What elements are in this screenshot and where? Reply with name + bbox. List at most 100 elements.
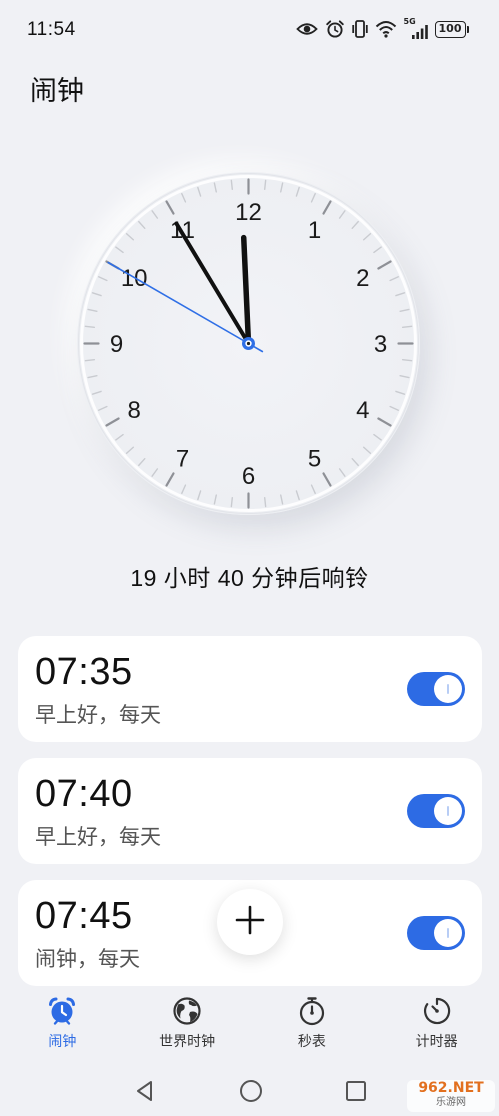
minute-tick (280, 494, 284, 505)
minute-tick (125, 446, 135, 454)
minute-tick (115, 246, 124, 254)
minute-tick (138, 457, 146, 467)
minute-tick (295, 490, 300, 501)
nav-label: 闹钟 (48, 1033, 77, 1049)
clock-numeral: 5 (308, 445, 321, 472)
clock-numeral: 2 (356, 265, 369, 292)
alarm-toggle[interactable] (407, 794, 465, 828)
alarm-toggle[interactable] (407, 916, 465, 950)
minute-tick (91, 390, 102, 395)
minute-tick (181, 192, 187, 203)
nav-item-world-clock[interactable]: 世界时钟 (125, 994, 250, 1056)
home-icon[interactable] (239, 1079, 263, 1103)
clock-numeral: 4 (356, 397, 369, 424)
add-alarm-button[interactable] (217, 889, 283, 955)
minute-tick (151, 210, 159, 219)
watermark: 962.NET 乐游网 (407, 1080, 495, 1112)
minute-tick (197, 490, 202, 501)
nav-item-timer[interactable]: 计时器 (374, 994, 499, 1056)
hour-tick (377, 417, 392, 427)
timer-icon (422, 996, 452, 1026)
minute-tick (87, 375, 98, 379)
eye-icon (295, 21, 318, 37)
alarm-toggle[interactable] (407, 672, 465, 706)
next-alarm-countdown: 19 小时 40 分钟后响铃 (130, 565, 369, 591)
alarm-icon (325, 19, 345, 39)
minute-tick (87, 308, 98, 312)
battery-cap (466, 25, 469, 33)
minute-tick (351, 457, 359, 467)
second-hand (107, 261, 264, 353)
alarm-clock-icon (47, 996, 77, 1026)
hour-tick (377, 260, 392, 270)
minute-tick (401, 325, 413, 328)
minute-tick (91, 292, 102, 297)
status-bar: 11:54 5G 100 (0, 0, 499, 58)
minute-tick (399, 375, 410, 379)
nav-item-alarm[interactable]: 闹钟 (0, 994, 125, 1056)
minute-tick (373, 246, 382, 254)
clock-numeral: 10 (121, 265, 148, 292)
watermark-text: 962.NET (418, 1080, 484, 1096)
minute-tick (115, 433, 124, 441)
signal-icon: 5G (404, 17, 428, 39)
clock-numeral: 8 (128, 397, 141, 424)
minute-tick (362, 233, 372, 241)
analog-clock: 121234567891011 (77, 172, 420, 515)
hour-tick (322, 472, 332, 487)
stopwatch-icon (297, 996, 327, 1026)
minute-tick (230, 496, 233, 508)
clock-face-svg: 121234567891011 (78, 173, 419, 514)
knob-mark (447, 684, 449, 694)
minute-hand (174, 221, 251, 346)
alarm-card[interactable]: 07:40 早上好，每天 (18, 758, 482, 864)
minute-tick (395, 292, 406, 297)
clock-numeral: 7 (176, 445, 189, 472)
clock-numeral: 1 (308, 217, 321, 244)
minute-tick (395, 390, 406, 395)
minute-tick (138, 220, 146, 230)
clock-numeral: 12 (235, 199, 262, 226)
toggle-knob (434, 797, 462, 825)
alarm-label: 早上好，每天 (35, 826, 161, 849)
alarm-time: 07:40 (35, 773, 133, 815)
minute-tick (295, 186, 300, 197)
minute-tick (84, 325, 96, 328)
wifi-icon (375, 20, 397, 38)
minute-tick (84, 359, 96, 362)
center-pin-dot (246, 341, 251, 346)
toggle-knob (434, 675, 462, 703)
plus-icon (235, 905, 265, 940)
alarm-label: 闹钟，每天 (35, 948, 140, 971)
nav-item-stopwatch[interactable]: 秒表 (250, 994, 375, 1056)
globe-clock-icon (172, 996, 202, 1026)
hour-tick (105, 417, 120, 427)
minute-tick (362, 446, 372, 454)
toggle-knob (434, 919, 462, 947)
minute-tick (389, 405, 400, 411)
hour-hand (240, 234, 252, 347)
bottom-nav: 闹钟 世界时钟 秒表 计时器 (0, 994, 499, 1056)
minute-tick (213, 494, 217, 505)
nav-label: 秒表 (297, 1033, 326, 1049)
minute-tick (373, 433, 382, 441)
knob-mark (447, 806, 449, 816)
minute-tick (310, 484, 316, 495)
minute-tick (213, 182, 217, 193)
page-title: 闹钟 (30, 76, 84, 106)
battery-icon: 100 (434, 20, 469, 38)
nav-label: 世界时钟 (159, 1033, 216, 1049)
watermark-subtext: 乐游网 (436, 1097, 466, 1108)
minute-tick (389, 276, 400, 282)
status-icons: 5G 100 (295, 17, 469, 41)
minute-tick (97, 276, 108, 282)
nav-label: 计时器 (415, 1033, 458, 1049)
alarm-time: 07:45 (35, 895, 133, 937)
minute-tick (125, 233, 135, 241)
recents-icon[interactable] (344, 1079, 368, 1103)
minute-tick (230, 179, 233, 191)
alarm-card[interactable]: 07:35 早上好，每天 (18, 636, 482, 742)
minute-tick (181, 484, 187, 495)
back-icon[interactable] (133, 1079, 157, 1103)
minute-tick (399, 308, 410, 312)
